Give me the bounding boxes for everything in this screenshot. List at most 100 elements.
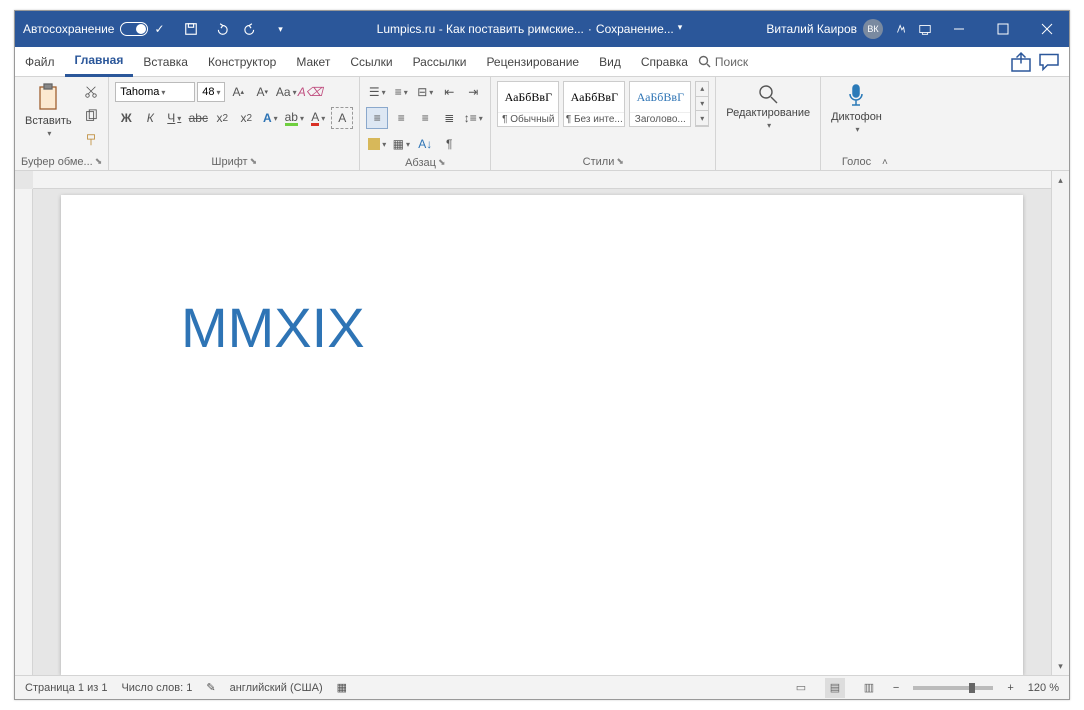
redo-button[interactable] [239,17,263,41]
vertical-scrollbar[interactable]: ▴ ▾ [1051,171,1069,675]
strike-button[interactable]: abc [187,107,209,129]
language-indicator[interactable]: английский (США) [230,682,323,694]
align-center-button[interactable]: ≡ [390,107,412,129]
page-indicator[interactable]: Страница 1 из 1 [25,682,107,694]
group-font: Tahoma▾ 48▾ A▴ A▾ Aa▾ A⌫ Ж К Ч▾ abc x2 x… [109,77,360,170]
sort-button[interactable]: A↓ [414,133,436,155]
paste-button[interactable]: Вставить ▾ [21,81,76,140]
tab-references[interactable]: Ссылки [340,47,402,77]
collapse-ribbon-button[interactable]: ˄ [882,157,888,168]
clear-formatting-button[interactable]: A⌫ [299,81,321,103]
tab-mailings[interactable]: Рассылки [403,47,477,77]
scroll-down-icon[interactable]: ▾ [1052,657,1069,675]
read-mode-icon[interactable]: ▭ [791,678,811,698]
print-layout-icon[interactable]: ▤ [825,678,845,698]
styles-launcher[interactable]: ⬊ [616,156,624,168]
tab-file[interactable]: Файл [15,47,65,77]
tab-design[interactable]: Конструктор [198,47,286,77]
font-launcher[interactable]: ⬊ [250,156,258,168]
document-text[interactable]: MMXIX [181,296,365,359]
underline-button[interactable]: Ч▾ [163,107,185,129]
user-avatar[interactable]: ВК [863,19,883,39]
vertical-ruler[interactable] [15,189,33,675]
format-painter-button[interactable] [80,129,102,151]
word-count[interactable]: Число слов: 1 [121,682,192,694]
save-icon[interactable] [179,17,203,41]
saving-dropdown[interactable]: ▾ [678,22,683,36]
align-left-button[interactable]: ≡ [366,107,388,129]
group-voice: Диктофон ▾ Голос ˄ [821,77,892,170]
close-button[interactable] [1025,11,1069,47]
styles-scroll[interactable]: ▴▾▾ [695,81,709,127]
share-button[interactable] [1009,50,1033,74]
bullets-button[interactable]: ☰▾ [366,81,388,103]
text-effects-button[interactable]: A▾ [259,107,281,129]
char-shading-button[interactable]: A [331,107,353,129]
status-bar: Страница 1 из 1 Число слов: 1 ✎ английск… [15,675,1069,699]
scroll-up-icon[interactable]: ▴ [1052,171,1069,189]
tab-insert[interactable]: Вставка [133,47,198,77]
font-name-select[interactable]: Tahoma▾ [115,82,195,102]
tab-view[interactable]: Вид [589,47,631,77]
document-area: ▴ ▾ MMXIX [15,171,1069,675]
title-bar: Автосохранение ✓ ▾ Lumpics.ru - Как пост… [15,11,1069,47]
paragraph-launcher[interactable]: ⬊ [438,157,446,169]
qat-customize[interactable]: ▾ [269,17,293,41]
saving-status: Сохранение... [596,22,674,36]
style-no-spacing[interactable]: АаБбВвГ¶ Без инте... [563,81,625,127]
italic-button[interactable]: К [139,107,161,129]
dictate-button[interactable]: Диктофон ▾ [827,81,886,136]
increase-indent-button[interactable]: ⇥ [462,81,484,103]
macro-icon[interactable]: ▦ [337,681,347,694]
subscript-button[interactable]: x2 [211,107,233,129]
horizontal-ruler[interactable] [33,171,1051,189]
tab-layout[interactable]: Макет [286,47,340,77]
zoom-out-button[interactable]: − [893,682,899,694]
cut-button[interactable] [80,81,102,103]
document-page[interactable]: MMXIX [61,195,1023,675]
editing-dropdown[interactable]: Редактирование ▾ [722,81,814,132]
undo-button[interactable] [209,17,233,41]
group-styles: АаБбВвГ¶ Обычный АаБбВвГ¶ Без инте... Аа… [491,77,716,170]
search-box[interactable]: Поиск [698,55,748,69]
tab-review[interactable]: Рецензирование [476,47,589,77]
clipboard-launcher[interactable]: ⬊ [95,156,103,168]
change-case-button[interactable]: Aa▾ [275,81,297,103]
superscript-button[interactable]: x2 [235,107,257,129]
zoom-in-button[interactable]: + [1007,682,1013,694]
justify-button[interactable]: ≣ [438,107,460,129]
ribbon-tabs: Файл Главная Вставка Конструктор Макет С… [15,47,1069,77]
maximize-button[interactable] [981,11,1025,47]
tab-help[interactable]: Справка [631,47,698,77]
borders-button[interactable]: ▦▾ [390,133,412,155]
highlight-button[interactable]: ab▾ [283,107,305,129]
copy-button[interactable] [80,105,102,127]
decrease-indent-button[interactable]: ⇤ [438,81,460,103]
minimize-button[interactable] [937,11,981,47]
comments-button[interactable] [1037,50,1061,74]
group-editing: Редактирование ▾ [716,77,821,170]
ribbon-display-icon[interactable] [913,17,937,41]
line-spacing-button[interactable]: ↕≡▾ [462,107,484,129]
style-normal[interactable]: АаБбВвГ¶ Обычный [497,81,559,127]
web-layout-icon[interactable]: ▥ [859,678,879,698]
zoom-slider[interactable] [913,686,993,690]
shrink-font-button[interactable]: A▾ [251,81,273,103]
font-color-button[interactable]: A▾ [307,107,329,129]
tab-home[interactable]: Главная [65,47,134,77]
font-size-select[interactable]: 48▾ [197,82,225,102]
shading-button[interactable]: ▾ [366,133,388,155]
numbering-button[interactable]: ≡▾ [390,81,412,103]
multilevel-button[interactable]: ⊟▾ [414,81,436,103]
spellcheck-icon[interactable]: ✎ [206,681,215,694]
show-marks-button[interactable]: ¶ [438,133,460,155]
search-label: Поиск [715,55,748,69]
zoom-level[interactable]: 120 % [1028,682,1059,694]
bold-button[interactable]: Ж [115,107,137,129]
grow-font-button[interactable]: A▴ [227,81,249,103]
autosave-toggle[interactable] [120,22,148,36]
align-right-button[interactable]: ≡ [414,107,436,129]
autosave-check-icon: ✓ [154,22,164,36]
coming-soon-icon[interactable] [889,17,913,41]
style-heading1[interactable]: АаБбВвГЗаголово... [629,81,691,127]
